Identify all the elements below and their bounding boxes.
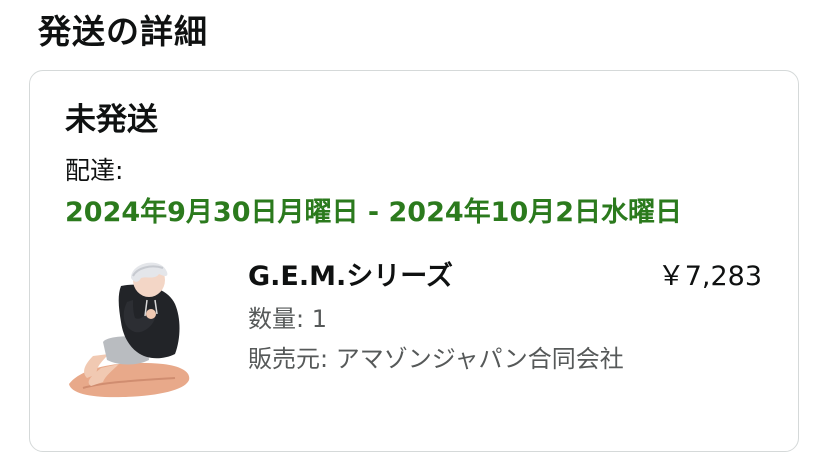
item-seller: 販売元: アマゾンジャパン合同会社 (248, 345, 624, 373)
delivery-date-range: 2024年9月30日月曜日 - 2024年10月2日水曜日 (65, 197, 683, 228)
item-quantity: 数量: 1 (248, 305, 327, 333)
item-price: ￥7,283 (657, 261, 762, 292)
item-name-link[interactable]: G.E.M.シリーズ (248, 257, 453, 297)
product-image[interactable] (63, 256, 195, 401)
shipment-status: 未発送 (65, 102, 158, 138)
shipment-card: 未発送 配達: 2024年9月30日月曜日 - 2024年10月2日水曜日 G.… (29, 70, 799, 452)
delivery-label: 配達: (65, 156, 124, 185)
product-figure-icon (69, 262, 190, 398)
shipping-details-title: 発送の詳細 (38, 12, 208, 51)
